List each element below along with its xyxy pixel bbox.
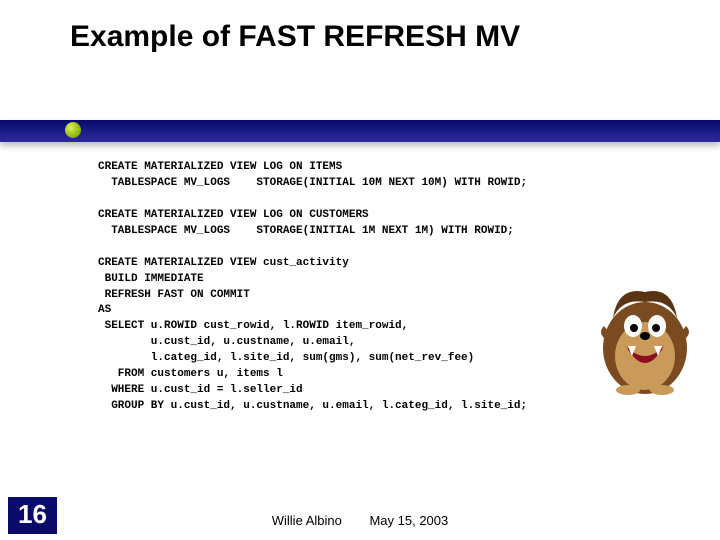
slide-title: Example of FAST REFRESH MV — [0, 0, 720, 62]
footer-author: Willie Albino — [272, 513, 342, 528]
title-rule — [0, 120, 720, 142]
slide: Example of FAST REFRESH MV CREATE MATERI… — [0, 0, 720, 540]
footer: Willie Albino May 15, 2003 — [0, 513, 720, 528]
bullet-icon — [65, 122, 81, 138]
footer-date: May 15, 2003 — [369, 513, 448, 528]
taz-image — [598, 278, 692, 396]
code-block: CREATE MATERIALIZED VIEW LOG ON ITEMS TA… — [98, 160, 527, 415]
